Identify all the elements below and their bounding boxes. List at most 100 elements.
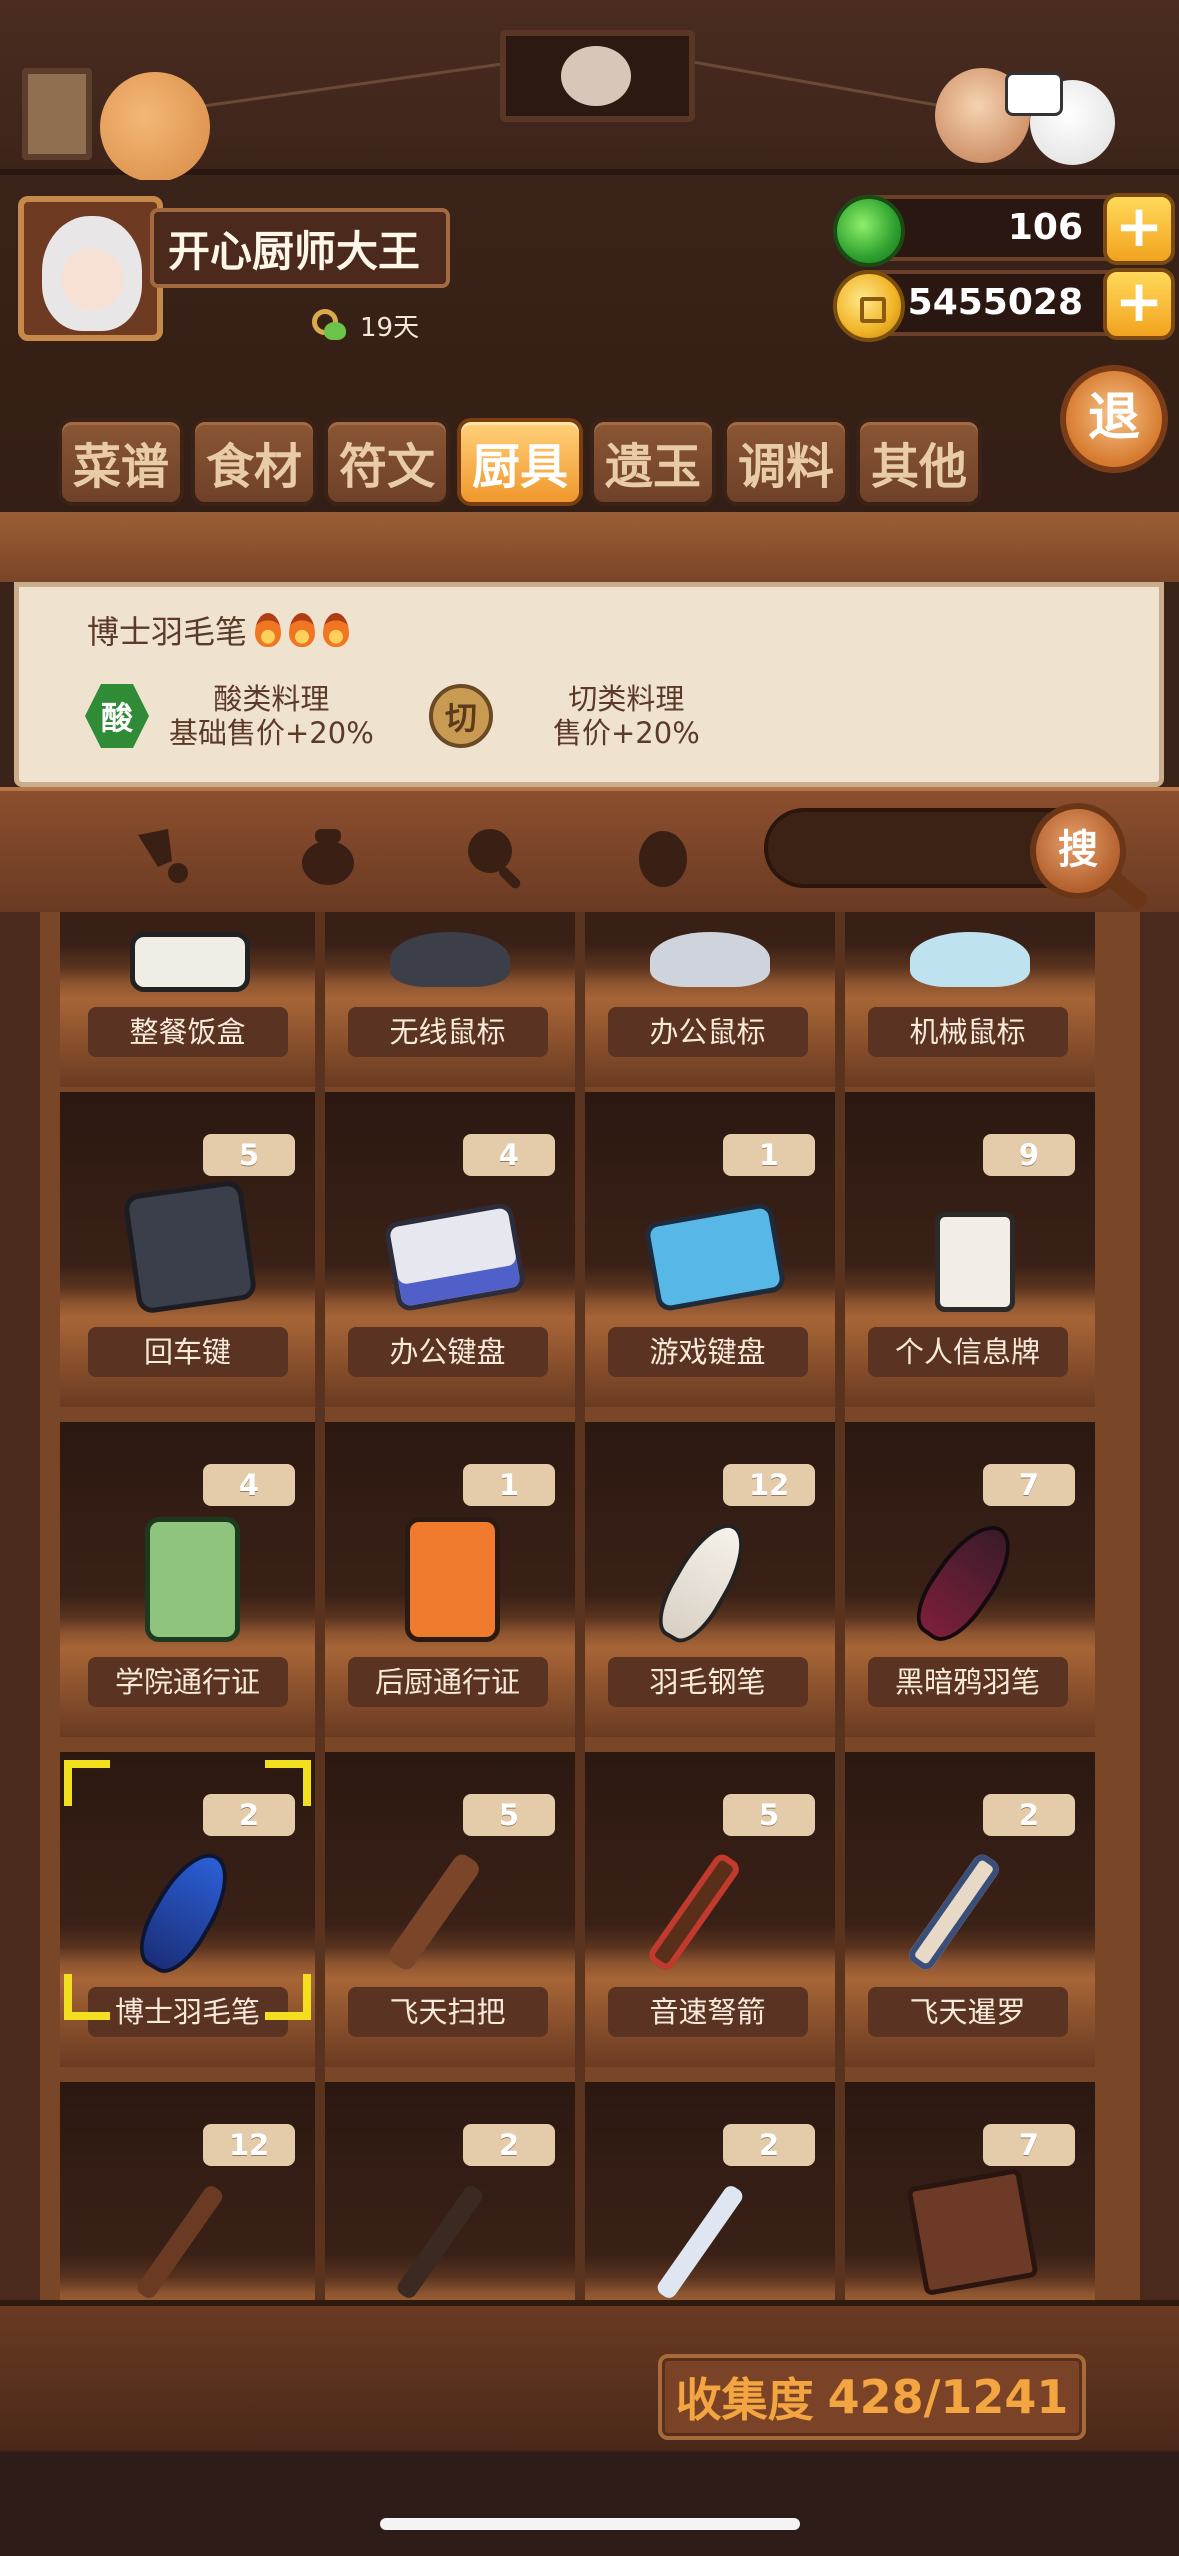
- tab-other[interactable]: 其他: [856, 418, 982, 506]
- selection-corner: [64, 1974, 110, 2020]
- wireless-mouse-icon: [390, 932, 510, 987]
- item-cell[interactable]: 4 学院通行证: [60, 1422, 315, 1737]
- jade-amount: 106: [1007, 207, 1083, 248]
- id-tag-icon: [935, 1212, 1015, 1312]
- exit-button[interactable]: 退: [1060, 365, 1168, 473]
- book-icon: [906, 2167, 1039, 2297]
- egg-filter-icon[interactable]: [628, 821, 698, 891]
- selection-corner: [265, 1974, 311, 2020]
- item-label: 无线鼠标: [347, 1007, 548, 1057]
- item-cell[interactable]: 办公鼠标: [580, 912, 835, 1087]
- item-label: 整餐饭盒: [87, 1007, 288, 1057]
- item-cell[interactable]: 12 羽毛钢笔: [580, 1422, 835, 1737]
- selection-corner: [265, 1760, 311, 1806]
- selection-corner: [64, 1760, 110, 1806]
- item-count: 7: [983, 1464, 1075, 1506]
- system-bottom-strip: [0, 2452, 1179, 2556]
- item-count: 4: [203, 1464, 295, 1506]
- avatar[interactable]: [18, 196, 163, 341]
- collection-label: 收集度: [675, 2373, 814, 2427]
- player-name: 开心厨师大王: [150, 208, 450, 288]
- item-count: 2: [983, 1794, 1075, 1836]
- item-cell[interactable]: 机械鼠标: [840, 912, 1095, 1087]
- cut-badge-icon: 切: [429, 684, 493, 748]
- keyboard-icon: [383, 1201, 527, 1313]
- tab-runes[interactable]: 符文: [324, 418, 450, 506]
- speech-bubble-icon: [1005, 72, 1063, 116]
- home-indicator[interactable]: [380, 2518, 800, 2530]
- item-count: 1: [723, 1134, 815, 1176]
- shelf-post: [575, 912, 585, 2312]
- item-count: 12: [723, 1464, 815, 1506]
- item-cell[interactable]: 7 黑暗鸦羽笔: [840, 1422, 1095, 1737]
- item-label: 办公鼠标: [607, 1007, 808, 1057]
- item-cell-selected[interactable]: 2 博士羽毛笔: [60, 1752, 315, 2067]
- item-cell[interactable]: 1 后厨通行证: [320, 1422, 575, 1737]
- item-label: 后厨通行证: [347, 1657, 548, 1707]
- doctor-quill-icon: [126, 1840, 244, 1984]
- category-tabs: 菜谱 食材 符文 厨具 遗玉 调料 其他: [58, 418, 982, 506]
- wand-icon: [134, 2183, 226, 2301]
- item-count: 2: [463, 2124, 555, 2166]
- item-count: 5: [463, 1794, 555, 1836]
- tab-seasonings[interactable]: 调料: [723, 418, 849, 506]
- item-count: 7: [983, 2124, 1075, 2166]
- effect-acid-value: 基础售价+20%: [169, 716, 374, 750]
- add-coins-button[interactable]: +: [1103, 268, 1175, 340]
- collection-progress: 收集度 428/1241: [658, 2354, 1086, 2440]
- bag-filter-icon[interactable]: [293, 821, 363, 891]
- item-cell[interactable]: 5 音速弩箭: [580, 1752, 835, 2067]
- item-cell[interactable]: 5 回车键: [60, 1092, 315, 1407]
- tab-recipes[interactable]: 菜谱: [58, 418, 184, 506]
- acid-badge-icon: 酸: [85, 684, 149, 748]
- cat-decoration-icon: [100, 72, 210, 182]
- item-cell[interactable]: 无线鼠标: [320, 912, 575, 1087]
- shelf-post: [835, 912, 845, 2312]
- kitchen-pass-icon: [405, 1517, 500, 1642]
- item-cell[interactable]: 整餐饭盒: [60, 912, 315, 1087]
- item-cell[interactable]: 7: [840, 2082, 1095, 2312]
- add-jade-button[interactable]: +: [1103, 193, 1175, 265]
- item-label: 飞天扫把: [347, 1987, 548, 2037]
- search-button[interactable]: 搜: [1030, 803, 1126, 899]
- mechanical-mouse-icon: [910, 932, 1030, 987]
- item-cell[interactable]: 2: [580, 2082, 835, 2312]
- pan-filter-icon[interactable]: [460, 821, 530, 891]
- item-cell[interactable]: 4 办公键盘: [320, 1092, 575, 1407]
- item-label: 回车键: [87, 1327, 288, 1377]
- jade-currency-bar: 106 +: [833, 193, 1175, 267]
- item-cell[interactable]: 2: [320, 2082, 575, 2312]
- item-label: 飞天暹罗: [867, 1987, 1068, 2037]
- shelf-frame: 整餐饭盒 无线鼠标 办公鼠标 机械鼠标 5 回车键 4 办公键盘 1 游戏键盘 …: [40, 912, 1140, 2312]
- hanging-portrait-frame: [500, 30, 695, 122]
- flame-icon: [255, 613, 282, 647]
- item-cell[interactable]: 1 游戏键盘: [580, 1092, 835, 1407]
- flame-icon: [289, 613, 316, 647]
- shelf-post: [315, 912, 325, 2312]
- crystal-wand-icon: [654, 2183, 746, 2301]
- coin-icon: [833, 270, 905, 342]
- effect-cut-text: 切类料理 售价+20%: [553, 682, 700, 750]
- dark-quill-icon: [903, 1511, 1027, 1653]
- tab-relic-jade[interactable]: 遗玉: [590, 418, 716, 506]
- flame-icon: [323, 613, 350, 647]
- shelf-top-board: [0, 512, 1179, 582]
- item-cell[interactable]: 12: [60, 2082, 315, 2312]
- item-title-row: 博士羽毛笔: [87, 607, 350, 653]
- item-cell[interactable]: 9 个人信息牌: [840, 1092, 1095, 1407]
- tab-kitchenware[interactable]: 厨具: [457, 418, 583, 506]
- item-grid[interactable]: 整餐饭盒 无线鼠标 办公鼠标 机械鼠标 5 回车键 4 办公键盘 1 游戏键盘 …: [0, 912, 1179, 2312]
- collection-value: 428/1241: [827, 2370, 1069, 2424]
- tab-ingredients[interactable]: 食材: [191, 418, 317, 506]
- item-label: 黑暗鸦羽笔: [867, 1657, 1068, 1707]
- professor-cat-icon: [561, 46, 631, 106]
- effect-cut: 切 切类料理 售价+20%: [429, 682, 700, 750]
- avatar-portrait-icon: [42, 216, 142, 331]
- drumstick-filter-icon[interactable]: [128, 821, 198, 891]
- key-icon: [310, 306, 348, 344]
- item-cell[interactable]: 5 飞天扫把: [320, 1752, 575, 2067]
- item-cell[interactable]: 2 飞天暹罗: [840, 1752, 1095, 2067]
- coin-currency-bar: 5455028 +: [833, 268, 1175, 342]
- item-label: 办公键盘: [347, 1327, 548, 1377]
- sonic-broom-icon: [645, 1850, 743, 1974]
